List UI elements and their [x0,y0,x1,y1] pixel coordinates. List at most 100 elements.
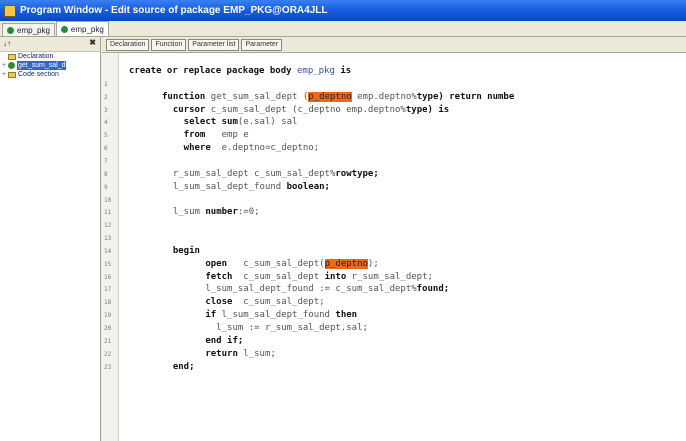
code-token: emp_pkg [296,66,335,76]
package-icon [60,25,68,33]
code-token: function [162,91,211,102]
code-line: begin [162,246,200,257]
code-line [162,220,167,231]
code-token: l_sum_sal_dept_found [162,181,287,192]
code-line: l_sum_sal_dept_found boolean; [162,182,330,193]
code-token: where [162,143,222,154]
code-token: close [162,297,244,308]
code-line: function get_sum_sal_dept (p_deptno emp.… [162,91,515,103]
document-tabbar: emp_pkg emp_pkg [0,21,686,37]
code-token: get_sum_sal_dept ( [210,91,309,102]
code-token: e.deptno=c_deptno; [221,143,320,154]
code-line: fetch c_sum_sal_dept into r_sum_sal_dept… [162,272,433,283]
code-token: c_sum_sal_dept( [243,258,325,269]
close-icon[interactable]: ✖ [89,38,96,47]
code-token: emp.deptno% [351,91,417,102]
code-line: where e.deptno=c_deptno; [162,143,319,154]
tree-item-label: get_sum_sal_d [17,61,67,70]
code-line: create or replace package body emp_pkg i… [129,66,351,77]
code-line [162,195,167,206]
code-token: is [334,66,352,76]
code-token: type) return numbe [416,91,515,102]
function-icon [8,62,15,69]
code-token: l_sum := r_sum_sal_dept.sal; [162,323,368,333]
code-line [162,233,167,244]
window-title: Program Window - Edit source of package … [20,5,328,16]
tree-item-label: Declaration [18,53,54,60]
window-titlebar: Program Window - Edit source of package … [0,0,686,21]
app-icon [4,4,16,17]
tab-emp-pkg-1[interactable]: emp_pkg [2,23,55,36]
code-token: fetch [162,271,244,282]
code-token: cursor [162,104,211,115]
tree-item-0[interactable]: Declaration [0,52,100,61]
navigator-tree: Declaration + get_sum_sal_d + Code section [0,52,100,79]
code-token: l_sum [162,207,206,218]
code-token: open [162,258,244,269]
code-token: select [162,117,222,128]
code-token: sum [221,117,238,128]
code-line: close c_sum_sal_dept; [162,297,325,308]
code-token: begin [162,245,200,256]
code-token: :=0; [237,207,260,218]
code-token: emp e [221,130,249,141]
sort-icon[interactable]: ↓↑ [3,39,11,48]
code-token: c_sum_sal_dept (c_deptno emp.deptno% [210,104,406,115]
code-token: create or replace package body [129,66,297,76]
folder-icon [8,71,16,78]
code-token: then [335,310,358,321]
code-token: rowtype; [335,168,379,179]
tab-label: emp_pkg [70,24,104,34]
package-icon [7,26,14,34]
code-token: c_sum_sal_dept; [243,297,325,308]
code-token: from [162,130,222,141]
code-token: l_sum; [243,348,276,359]
highlighted-token: p_deptno [308,91,352,102]
code-token: end; [162,361,195,372]
code-token: (e.sal) sal [237,117,298,128]
code-token: ); [367,258,379,269]
folder-icon [8,53,16,60]
code-line: l_sum number:=0; [162,207,260,218]
code-token: type) is [405,104,450,115]
code-token: into [324,271,352,282]
tree-item-1[interactable]: + get_sum_sal_d [0,61,100,70]
code-token: if [162,310,222,321]
code-line [162,79,167,90]
code-line: l_sum := r_sum_sal_dept.sal; [162,323,368,334]
code-token: found; [416,284,450,295]
code-token: c_sum_sal_dept [243,271,325,282]
code-line: open c_sum_sal_dept(p_deptno); [162,258,379,270]
code-token: return [162,348,244,359]
code-line: end; [162,362,195,373]
code-line: cursor c_sum_sal_dept (c_deptno emp.dept… [162,105,449,116]
code-line: from emp e [162,130,249,141]
code-token: r_sum_sal_dept; [351,271,433,282]
code-token: boolean; [286,181,330,192]
code-token: l_sum_sal_dept_found [221,310,336,321]
tab-label: emp_pkg [17,25,50,35]
code-line: end if; [162,336,243,347]
tree-item-2[interactable]: + Code section [0,70,100,79]
code-token: r_sum_sal_dept c_sum_sal_dept% [162,168,336,179]
highlighted-token: p_deptno [324,258,368,269]
code-line: r_sum_sal_dept c_sum_sal_dept%rowtype; [162,169,379,180]
tree-item-label: Code section [18,71,59,78]
code-token: l_sum_sal_dept_found := c_sum_sal_dept% [162,284,417,295]
code-line: select sum(e.sal) sal [162,117,298,128]
code-line: if l_sum_sal_dept_found then [162,310,357,321]
code-editor[interactable]: create or replace package body emp_pkg i… [102,37,686,441]
code-line [162,156,167,167]
editor-pane: Declaration Function Parameter list Paramet… [102,37,686,441]
code-line: l_sum_sal_dept_found := c_sum_sal_dept%f… [162,284,449,295]
code-line: return l_sum; [162,348,276,360]
tab-emp-pkg-2[interactable]: emp_pkg [55,21,109,36]
navigator-pane: ↓↑ ✖ Declaration + get_sum_sal_d + Code sect… [0,37,101,441]
navigator-toolbar: ↓↑ ✖ [0,37,100,52]
code-token: number [205,207,238,218]
